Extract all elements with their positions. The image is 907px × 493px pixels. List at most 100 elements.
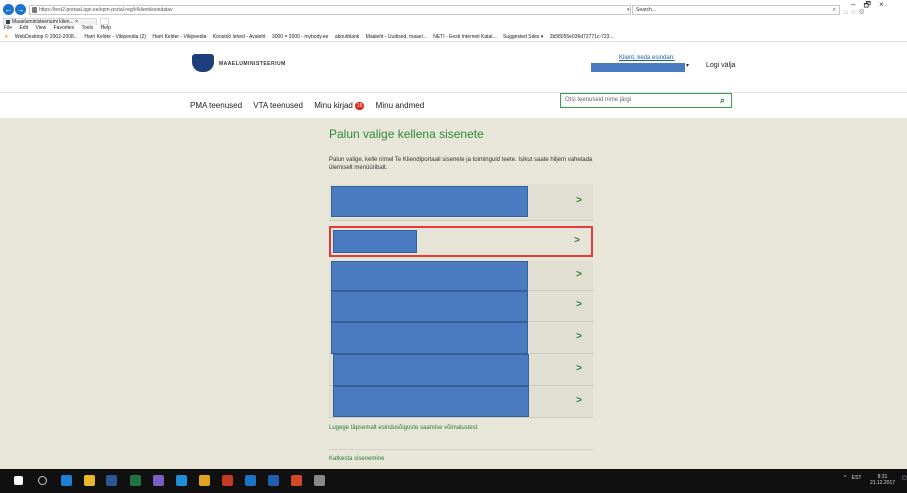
- favorites-bar: ★ WebDesktop © 2002-2008... Harri Kelder…: [0, 32, 907, 42]
- client-option-row-selected[interactable]: >: [329, 226, 593, 257]
- page-title: Palun valige kellena sisenete: [329, 127, 484, 141]
- menu-tools[interactable]: Tools: [81, 25, 93, 31]
- fav-item[interactable]: 2b58055e036d72771c-723...: [550, 34, 614, 40]
- redacted-name: [331, 261, 528, 291]
- logo-text[interactable]: MAAELUMINISTEERIUM: [219, 61, 286, 67]
- notification-icon[interactable]: ▢: [902, 475, 907, 481]
- windows-start-icon[interactable]: [14, 476, 23, 485]
- fav-item[interactable]: Koostöö lehed - Avaleht: [213, 34, 266, 40]
- site-header: MAAELUMINISTEERIUM Klient, keda esindan:…: [0, 42, 907, 118]
- app-icon[interactable]: [153, 475, 164, 486]
- chevron-right-icon[interactable]: >: [576, 269, 582, 280]
- window-controls[interactable]: –🗗×: [851, 0, 892, 13]
- client-selector[interactable]: [591, 63, 685, 72]
- tab-bar: Maaeluministeeriumi klien... ×: [0, 18, 907, 25]
- favorites-star-icon: ★: [4, 34, 9, 40]
- system-tray: ^ EST 8:31 21.12.2017 ▢: [844, 474, 907, 486]
- nav-letters[interactable]: Minu kirjad: [314, 101, 353, 110]
- language-indicator[interactable]: EST: [852, 475, 862, 481]
- taskbar: ^ EST 8:31 21.12.2017 ▢: [0, 469, 907, 493]
- client-option-row[interactable]: >: [329, 184, 593, 221]
- search-icon[interactable]: ⌕: [833, 6, 836, 14]
- menu-help[interactable]: Help: [101, 25, 111, 31]
- chevron-right-icon[interactable]: >: [574, 235, 580, 246]
- client-label[interactable]: Klient, keda esindan:: [619, 55, 675, 61]
- redacted-name: [331, 186, 528, 217]
- menu-file[interactable]: File: [4, 25, 12, 31]
- close-window-icon[interactable]: ×: [879, 0, 892, 9]
- clock[interactable]: 8:31 21.12.2017: [870, 474, 895, 486]
- nav-vta[interactable]: VTA teenused: [253, 101, 303, 110]
- redacted-name: [333, 354, 529, 386]
- site-search-input[interactable]: Otsi teenuseid nime järgi ⌕: [560, 93, 732, 108]
- browser-tab[interactable]: Maaeluministeeriumi klien... ×: [3, 18, 97, 25]
- new-tab-button[interactable]: [100, 18, 109, 25]
- fav-item[interactable]: Harri Kelder - Vikipeedia (2): [84, 34, 146, 40]
- forward-arrow-icon[interactable]: →: [15, 4, 26, 15]
- file-explorer-icon[interactable]: [84, 475, 95, 486]
- browser-search-placeholder: Search...: [636, 7, 657, 13]
- menu-view[interactable]: View: [35, 25, 46, 31]
- fav-item[interactable]: Suggested Sites ▾: [503, 34, 543, 40]
- redacted-name: [331, 291, 528, 322]
- client-option-row[interactable]: >: [329, 261, 593, 291]
- clock-date: 21.12.2017: [870, 480, 896, 486]
- fav-item[interactable]: 3000 = 2000 - mybody.ee: [272, 34, 328, 40]
- powerpoint-icon[interactable]: [291, 475, 302, 486]
- excel-icon[interactable]: [130, 475, 141, 486]
- chevron-right-icon[interactable]: >: [576, 395, 582, 406]
- chevron-right-icon[interactable]: >: [576, 331, 582, 342]
- address-url: https://test2-portaal.agri.ee/epm-portal…: [39, 7, 173, 13]
- refresh-icon[interactable]: ▾ C: [627, 6, 630, 14]
- client-option-row[interactable]: >: [329, 386, 593, 418]
- intro-text: Palun valige, kelle nimel Te Kliendiport…: [329, 157, 593, 171]
- lock-icon: [32, 7, 37, 13]
- edge-icon[interactable]: [61, 475, 72, 486]
- favicon-icon: [6, 20, 10, 24]
- nav-mydata[interactable]: Minu andmed: [376, 101, 424, 110]
- chevron-right-icon[interactable]: >: [576, 299, 582, 310]
- tool-icon[interactable]: [314, 475, 325, 486]
- client-option-row[interactable]: >: [329, 354, 593, 386]
- fav-item[interactable]: Harri Kelder - Vikipeedia: [152, 34, 206, 40]
- internet-explorer-icon[interactable]: [245, 475, 256, 486]
- redacted-name: [333, 386, 529, 417]
- minimize-icon[interactable]: –: [851, 0, 863, 9]
- chevron-right-icon[interactable]: >: [576, 363, 582, 374]
- crest-logo-icon[interactable]: [192, 54, 214, 72]
- more-info-link[interactable]: Lugege täpsemalt esindusõiguste saamise …: [329, 425, 477, 431]
- client-option-row[interactable]: >: [329, 322, 593, 354]
- fav-item[interactable]: NETI - Eesti Interneti Katal...: [433, 34, 496, 40]
- word-icon[interactable]: [106, 475, 117, 486]
- main-content: Palun valige kellena sisenete Palun vali…: [0, 118, 907, 469]
- chevron-right-icon[interactable]: >: [576, 195, 582, 206]
- chevron-down-icon[interactable]: ▾: [686, 62, 689, 69]
- fav-item[interactable]: WebDesktop © 2002-2008...: [15, 34, 78, 40]
- app-icon[interactable]: [268, 475, 279, 486]
- skype-icon[interactable]: [176, 475, 187, 486]
- search-icon[interactable]: ⌕: [720, 94, 725, 106]
- back-arrow-icon[interactable]: ←: [3, 4, 14, 15]
- client-option-row[interactable]: >: [329, 291, 593, 322]
- menu-bar: File Edit View Favorites Tools Help: [0, 25, 907, 32]
- chevron-up-icon[interactable]: ^: [844, 475, 846, 481]
- fav-item[interactable]: Maaleht - Uudised, maael...: [366, 34, 427, 40]
- address-bar[interactable]: https://test2-portaal.agri.ee/epm-portal…: [29, 5, 631, 15]
- letters-badge: 15: [354, 102, 365, 110]
- header-divider: [0, 92, 907, 93]
- browser-titlebar: ← → https://test2-portaal.agri.ee/epm-po…: [0, 0, 907, 18]
- logout-link[interactable]: Logi välja: [706, 62, 736, 69]
- browser-search-input[interactable]: Search... ⌕: [632, 5, 840, 15]
- main-nav: PMA teenused VTA teenused Minu kirjad 15 …: [190, 101, 433, 110]
- divider: [329, 449, 593, 450]
- cancel-login-link[interactable]: Katkesta sisenemine: [329, 456, 384, 462]
- task-view-icon[interactable]: [38, 476, 47, 485]
- menu-favorites[interactable]: Favorites: [54, 25, 75, 31]
- menu-edit[interactable]: Edit: [19, 25, 28, 31]
- fav-item[interactable]: aboutblank: [335, 34, 359, 40]
- nav-pma[interactable]: PMA teenused: [190, 101, 242, 110]
- redacted-name: [331, 322, 528, 354]
- restore-icon[interactable]: 🗗: [863, 0, 879, 9]
- folder-icon[interactable]: [199, 475, 210, 486]
- acrobat-icon[interactable]: [222, 475, 233, 486]
